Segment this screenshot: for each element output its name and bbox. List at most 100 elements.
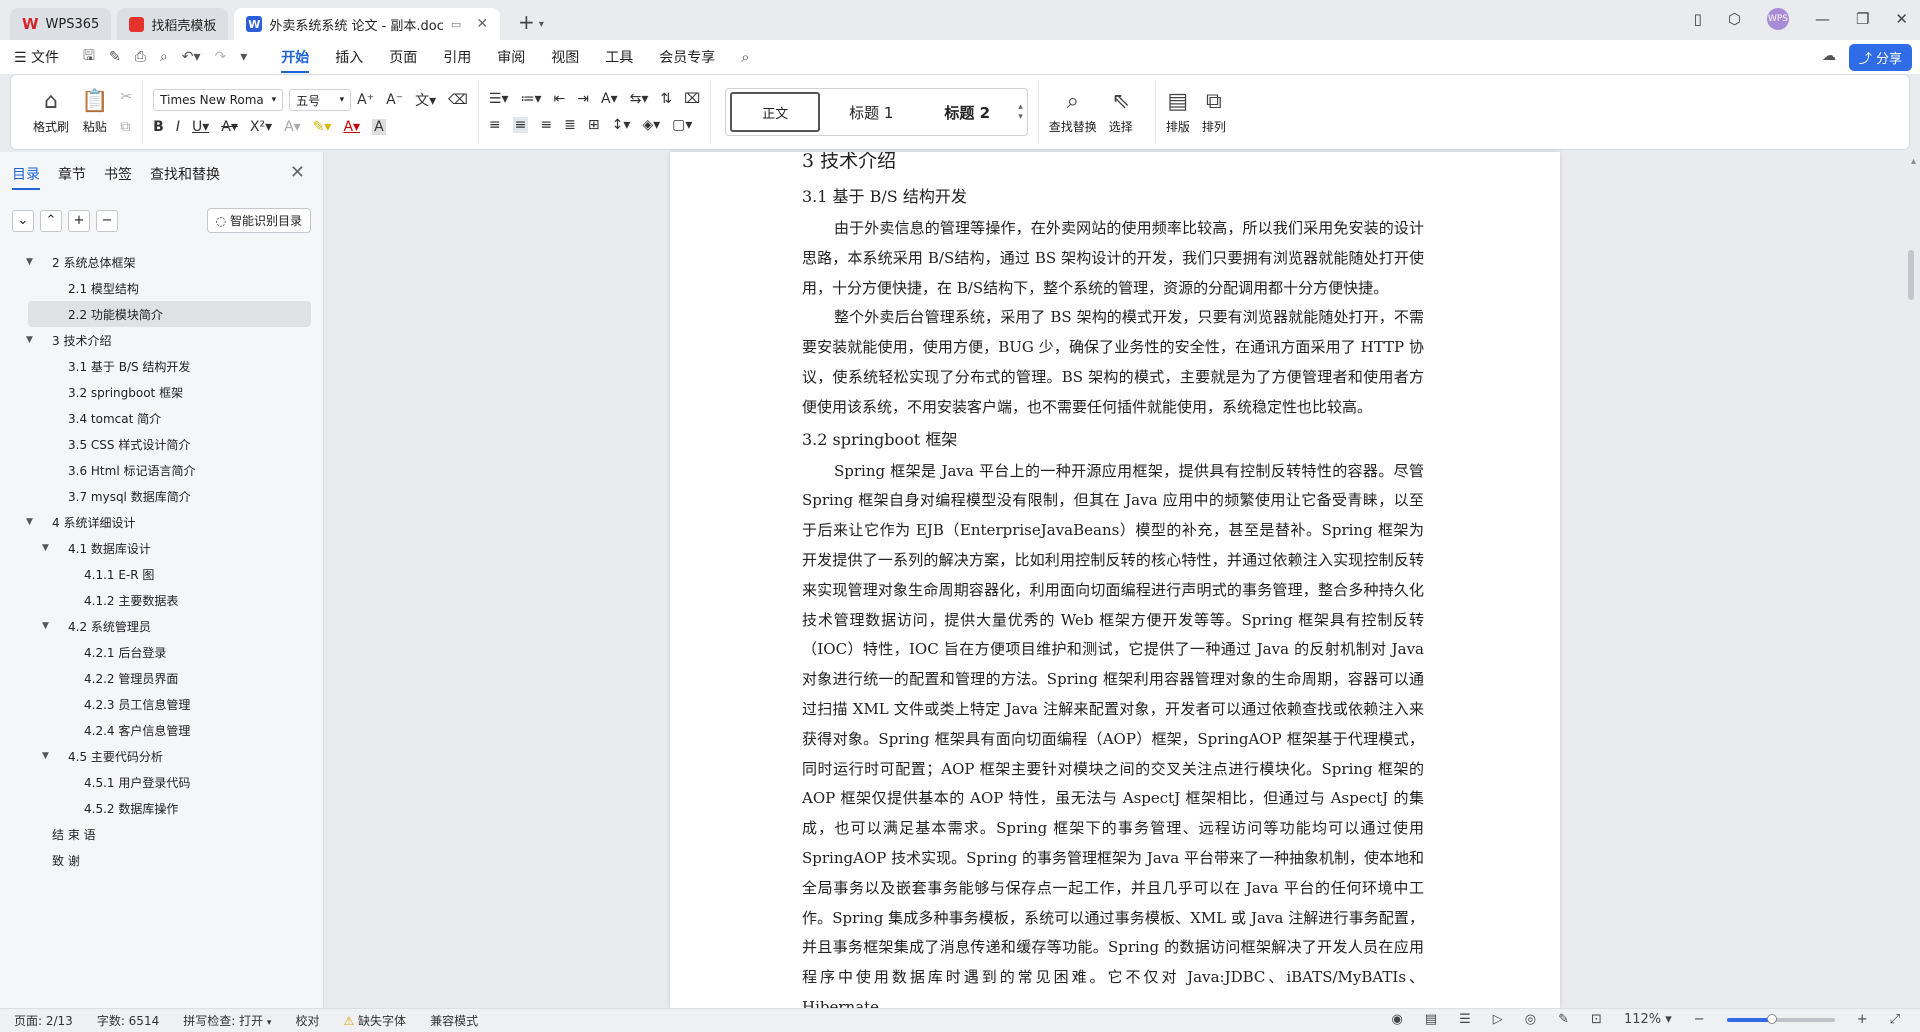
- redo-icon[interactable]: ↷: [215, 49, 227, 65]
- italic-icon[interactable]: I: [176, 119, 180, 135]
- menu-tools[interactable]: 工具: [605, 47, 633, 67]
- cube-icon[interactable]: ⬡: [1728, 10, 1741, 28]
- toc-item[interactable]: ▼ 4.2 系统管理员: [28, 613, 311, 639]
- menu-insert[interactable]: 插入: [335, 47, 363, 67]
- distribute-icon[interactable]: ⊞: [588, 117, 600, 133]
- toc-item[interactable]: 3.2 springboot 框架: [28, 379, 311, 405]
- font-name-select[interactable]: Times New Roma ▾: [153, 89, 284, 111]
- tab-templates[interactable]: 找稻壳模板: [117, 8, 229, 40]
- tab-chapters[interactable]: 章节: [58, 164, 86, 190]
- document-page[interactable]: 3 技术介绍 3.1 基于 B/S 结构开发 由于外卖信息的管理等操作，在外卖网…: [670, 152, 1560, 1008]
- share-button[interactable]: ⤴ 分享: [1848, 44, 1912, 71]
- eye-icon[interactable]: ◉: [1391, 1012, 1402, 1027]
- toc-item[interactable]: 2.1 模型结构: [28, 275, 311, 301]
- collapse-ribbon-icon[interactable]: ▴: [1911, 156, 1916, 167]
- copy-icon[interactable]: ⧉: [120, 119, 132, 135]
- toc-item[interactable]: 结 束 语: [28, 821, 311, 847]
- align-left-icon[interactable]: ≡: [489, 117, 501, 133]
- caret-down-icon[interactable]: ▼: [42, 621, 49, 631]
- tab-toc[interactable]: 目录: [12, 164, 40, 190]
- toc-item[interactable]: 3.1 基于 B/S 结构开发: [28, 353, 311, 379]
- caret-down-icon[interactable]: ▼: [42, 751, 49, 761]
- line-spacing-icon[interactable]: ↕▾: [612, 117, 631, 133]
- minimize-icon[interactable]: —: [1815, 10, 1830, 28]
- menu-member[interactable]: 会员专享: [659, 47, 715, 67]
- toc-item[interactable]: 4.5.1 用户登录代码: [28, 769, 311, 795]
- missing-font[interactable]: ⚠ 缺失字体: [343, 1012, 406, 1029]
- shrink-font-icon[interactable]: A⁻: [386, 92, 403, 108]
- expand-icon[interactable]: ⌄: [12, 209, 34, 232]
- vertical-scrollbar[interactable]: [1908, 250, 1914, 300]
- caret-down-icon[interactable]: ▼: [26, 517, 33, 527]
- tab-dropdown-icon[interactable]: ▾: [539, 19, 544, 30]
- zoom-slider[interactable]: [1726, 1013, 1835, 1024]
- reading-mode-icon[interactable]: ▯: [1694, 10, 1702, 28]
- phonetic-icon[interactable]: 文▾: [415, 90, 436, 110]
- page-indicator[interactable]: 页面: 2/13: [14, 1012, 73, 1029]
- zoom-handle[interactable]: [1767, 1013, 1778, 1024]
- more-icon[interactable]: ▾: [240, 49, 247, 65]
- toc-item[interactable]: 3.7 mysql 数据库简介: [28, 483, 311, 509]
- cut-icon[interactable]: ✂: [120, 89, 132, 105]
- tab-wps365[interactable]: W WPS365: [10, 8, 112, 40]
- play-icon[interactable]: ▷: [1493, 1012, 1503, 1027]
- align-center-icon[interactable]: ≡: [512, 117, 529, 133]
- proofread[interactable]: 校对: [295, 1012, 319, 1029]
- file-menu[interactable]: ☰ 文件: [14, 47, 59, 67]
- font-color-icon[interactable]: A▾: [343, 119, 360, 135]
- superscript-icon[interactable]: X²▾: [250, 119, 272, 135]
- toc-item[interactable]: 4.2.1 后台登录: [28, 639, 311, 665]
- zoom-level[interactable]: 112% ▾: [1624, 1012, 1672, 1027]
- tab-find-replace[interactable]: 查找和替换: [150, 164, 220, 190]
- toc-item[interactable]: ▼ 4.1 数据库设计: [28, 535, 311, 561]
- line-direction-icon[interactable]: ⇆▾: [630, 91, 649, 107]
- justify-icon[interactable]: ≣: [564, 117, 576, 133]
- decrease-indent-icon[interactable]: ⇤: [554, 91, 566, 107]
- word-count[interactable]: 字数: 6514: [97, 1012, 159, 1029]
- toc-item[interactable]: ▼ 3 技术介绍: [26, 327, 311, 353]
- layout-button[interactable]: ▤ 排版: [1166, 89, 1190, 135]
- style-heading1[interactable]: 标题 1: [826, 92, 916, 132]
- caret-down-icon[interactable]: ▼: [26, 335, 33, 345]
- toc-item[interactable]: 4.2.3 员工信息管理: [28, 691, 311, 717]
- toc-item[interactable]: 4.1.1 E-R 图: [28, 561, 311, 587]
- grow-font-icon[interactable]: A⁺: [357, 92, 374, 108]
- clear-format-icon[interactable]: ⌫: [448, 92, 468, 108]
- spell-check[interactable]: 拼写检查: 打开 ▾: [183, 1012, 271, 1029]
- fit-icon[interactable]: ⊡: [1591, 1012, 1602, 1027]
- print-icon[interactable]: ⎙: [135, 49, 146, 65]
- toc-item[interactable]: 3.6 Html 标记语言简介: [28, 457, 311, 483]
- zoom-out-icon[interactable]: −: [1694, 1012, 1705, 1027]
- menu-references[interactable]: 引用: [443, 47, 471, 67]
- smart-toc-button[interactable]: ◌ 智能识别目录: [206, 208, 311, 233]
- caret-down-icon[interactable]: ▼: [26, 257, 33, 267]
- page-view-icon[interactable]: ▤: [1425, 1012, 1437, 1027]
- tab-document[interactable]: W 外卖系统系统 论文 - 副本.doc ▭ ✕: [234, 8, 501, 40]
- toc-item[interactable]: 4.1.2 主要数据表: [28, 587, 311, 613]
- show-marks-icon[interactable]: ⌧: [684, 91, 700, 107]
- undo-icon[interactable]: ↶▾: [182, 49, 201, 65]
- styles-scroll-icon[interactable]: ▴ ▾: [1018, 102, 1023, 122]
- menu-review[interactable]: 审阅: [497, 47, 525, 67]
- select-button[interactable]: ⇖ 选择: [1109, 89, 1133, 135]
- toc-item[interactable]: ▼ 2 系统总体框架: [26, 249, 311, 275]
- close-tab-icon[interactable]: ✕: [476, 16, 488, 32]
- print-preview-icon[interactable]: ⌕: [160, 49, 168, 65]
- text-effect-icon[interactable]: A▾: [284, 119, 301, 135]
- sort-icon[interactable]: ⇅: [660, 91, 672, 107]
- toc-item[interactable]: 2.2 功能模块简介: [28, 301, 311, 327]
- highlight-icon[interactable]: ✎▾: [313, 119, 332, 135]
- toc-item[interactable]: 4.2.4 客户信息管理: [28, 717, 311, 743]
- close-window-icon[interactable]: ✕: [1895, 10, 1908, 28]
- find-replace-button[interactable]: ⌕ 查找替换: [1049, 89, 1097, 135]
- increase-indent-icon[interactable]: ⇥: [577, 91, 589, 107]
- font-size-select[interactable]: 五号 ▾: [289, 89, 352, 111]
- web-view-icon[interactable]: ◎: [1525, 1012, 1536, 1027]
- shading-icon[interactable]: ◈▾: [642, 117, 660, 133]
- underline-icon[interactable]: U▾: [192, 119, 209, 135]
- strikethrough-icon[interactable]: A▾: [221, 119, 238, 135]
- collapse-icon[interactable]: ⌃: [40, 209, 62, 232]
- border-icon[interactable]: ▢▾: [672, 117, 692, 133]
- format-painter-button[interactable]: ⌂ 格式刷: [33, 89, 69, 135]
- toc-item[interactable]: 4.2.2 管理员界面: [28, 665, 311, 691]
